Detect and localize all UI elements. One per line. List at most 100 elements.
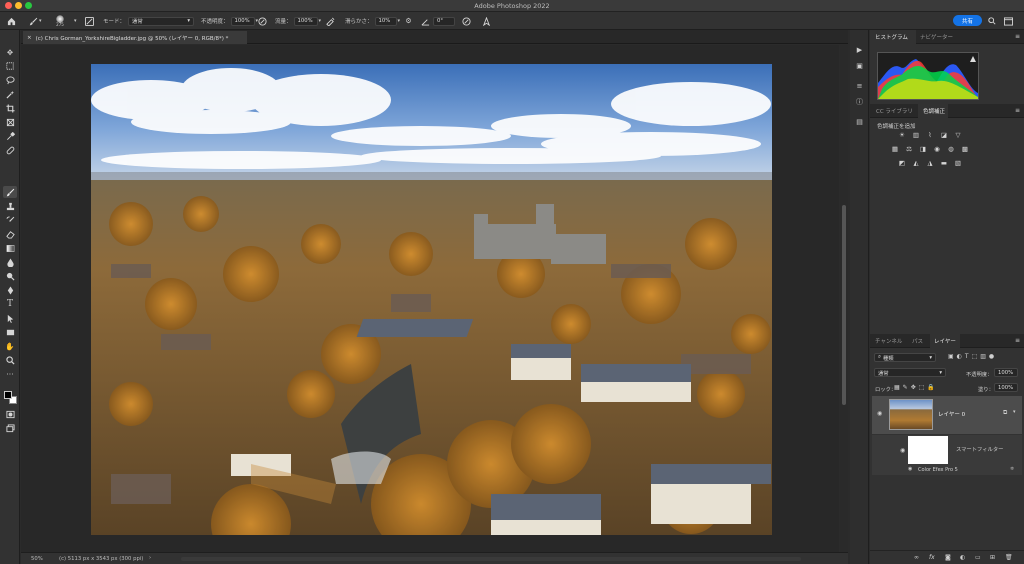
trash-icon[interactable]: 🗑 bbox=[1005, 554, 1013, 561]
move-tool-icon[interactable]: ✥ bbox=[3, 46, 17, 58]
chevron-down-icon[interactable]: ▾ bbox=[1013, 409, 1016, 415]
symmetry-icon[interactable] bbox=[481, 16, 492, 27]
tab-paths[interactable]: パス bbox=[912, 337, 923, 345]
tab-layers[interactable]: レイヤー bbox=[934, 337, 956, 345]
share-button[interactable]: 共有 bbox=[953, 15, 982, 26]
selective-color-icon[interactable]: ▧ bbox=[954, 159, 962, 167]
document-tab[interactable]: × (c) Chris Gorman_YorkshireBigladder.jp… bbox=[23, 31, 247, 44]
workspace-icon[interactable] bbox=[1003, 16, 1014, 27]
tab-cc-libraries[interactable]: CC ライブラリ bbox=[876, 107, 913, 115]
filter-mask-thumbnail[interactable] bbox=[908, 436, 948, 464]
foreground-color-swatch[interactable] bbox=[4, 391, 12, 399]
filter-options-icon[interactable]: ≑ bbox=[1010, 466, 1014, 472]
gear-icon[interactable]: ⚙ bbox=[403, 16, 414, 27]
angle-field[interactable]: 0° bbox=[433, 16, 455, 26]
history-brush-tool-icon[interactable] bbox=[3, 214, 17, 226]
zoom-tool-icon[interactable] bbox=[3, 354, 17, 366]
warning-icon[interactable] bbox=[970, 56, 976, 62]
healing-brush-tool-icon[interactable] bbox=[3, 144, 17, 156]
layer-name[interactable]: レイヤー 0 bbox=[938, 410, 965, 418]
lock-icons[interactable]: ▦✎✥⬚🔒 bbox=[894, 384, 938, 391]
smoothing-field[interactable]: 10% bbox=[374, 16, 397, 26]
chevron-down-icon[interactable]: ▾ bbox=[319, 18, 322, 24]
fill-field[interactable]: 100% bbox=[994, 383, 1018, 392]
brightness-contrast-icon[interactable]: ☀ bbox=[898, 131, 906, 139]
lasso-tool-icon[interactable] bbox=[3, 74, 17, 86]
photo-filter-icon[interactable]: ◉ bbox=[933, 145, 941, 153]
blend-mode-select[interactable]: 通常 ▾ bbox=[874, 368, 946, 377]
vibrance-icon[interactable]: ▽ bbox=[954, 131, 962, 139]
tab-navigator[interactable]: ナビゲーター bbox=[920, 33, 953, 41]
curves-icon[interactable]: ⌇ bbox=[926, 131, 934, 139]
type-tool-icon[interactable]: T bbox=[3, 298, 17, 310]
pen-tool-icon[interactable] bbox=[3, 284, 17, 296]
info-icon[interactable]: ⓘ bbox=[854, 96, 865, 107]
tab-histogram[interactable]: ヒストグラム bbox=[875, 33, 908, 41]
mode-select[interactable]: 通常 ▾ bbox=[128, 16, 195, 26]
brush-tool-preset-icon[interactable] bbox=[28, 16, 39, 27]
color-lookup-icon[interactable]: ▩ bbox=[961, 145, 969, 153]
canvas-area[interactable] bbox=[21, 45, 839, 552]
chevron-right-icon[interactable]: › bbox=[149, 555, 151, 561]
exposure-icon[interactable]: ◪ bbox=[940, 131, 948, 139]
document-canvas[interactable] bbox=[91, 64, 772, 535]
new-adjustment-layer-icon[interactable]: ◐ bbox=[960, 554, 965, 561]
chevron-down-icon[interactable]: ▾ bbox=[74, 18, 77, 24]
layer-thumbnail[interactable] bbox=[889, 399, 933, 430]
crop-tool-icon[interactable] bbox=[3, 102, 17, 114]
frame-tool-icon[interactable] bbox=[3, 116, 17, 128]
more-tools-icon[interactable]: ··· bbox=[3, 368, 17, 380]
chevron-down-icon[interactable]: ▾ bbox=[39, 18, 42, 24]
eye-icon[interactable]: ◉ bbox=[908, 466, 912, 472]
search-icon[interactable] bbox=[986, 16, 997, 27]
eyedropper-tool-icon[interactable] bbox=[3, 130, 17, 142]
hue-saturation-icon[interactable]: ▦ bbox=[891, 145, 899, 153]
path-selection-tool-icon[interactable] bbox=[3, 312, 17, 324]
dodge-tool-icon[interactable] bbox=[3, 270, 17, 282]
airbrush-icon[interactable] bbox=[325, 16, 336, 27]
layer-filter-icons[interactable]: ▣◐T⬚▥● bbox=[948, 353, 997, 360]
marquee-tool-icon[interactable] bbox=[3, 60, 17, 72]
new-layer-icon[interactable]: ⊞ bbox=[990, 554, 995, 561]
panel-menu-icon[interactable]: ≡ bbox=[1015, 107, 1020, 114]
smart-filter-row[interactable]: ◉ スマートフィルター bbox=[872, 435, 1022, 465]
link-layers-icon[interactable]: ∞ bbox=[914, 554, 919, 561]
brush-tool-icon[interactable] bbox=[3, 186, 17, 198]
chevron-down-icon[interactable]: ▾ bbox=[398, 18, 401, 24]
posterize-icon[interactable]: ◭ bbox=[912, 159, 920, 167]
eye-icon[interactable]: ◉ bbox=[900, 447, 905, 454]
document-info[interactable]: (c) 5113 px x 3543 px (300 ppi) bbox=[59, 556, 143, 562]
gradient-map-icon[interactable]: ▬ bbox=[940, 159, 948, 167]
layer-style-icon[interactable]: fx bbox=[929, 554, 935, 561]
properties-panel-icon[interactable]: ≡ bbox=[854, 80, 865, 91]
layer-row[interactable]: ◉ レイヤー 0 ⧉ ▾ bbox=[872, 396, 1022, 434]
pressure-size-icon[interactable] bbox=[461, 16, 472, 27]
libraries-panel-icon[interactable]: ▤ bbox=[854, 116, 865, 127]
zoom-level[interactable]: 50% bbox=[31, 556, 43, 562]
brush-settings-icon[interactable] bbox=[84, 16, 95, 27]
levels-icon[interactable]: ▥ bbox=[912, 131, 920, 139]
invert-icon[interactable]: ◩ bbox=[898, 159, 906, 167]
panel-menu-icon[interactable]: ≡ bbox=[1015, 337, 1020, 344]
eye-icon[interactable]: ◉ bbox=[877, 410, 882, 417]
quick-mask-icon[interactable] bbox=[3, 408, 17, 420]
magic-wand-tool-icon[interactable] bbox=[3, 88, 17, 100]
close-icon[interactable]: × bbox=[27, 35, 32, 41]
eraser-tool-icon[interactable] bbox=[3, 228, 17, 240]
blur-tool-icon[interactable] bbox=[3, 256, 17, 268]
rectangle-tool-icon[interactable] bbox=[3, 326, 17, 338]
threshold-icon[interactable]: ◮ bbox=[926, 159, 934, 167]
vertical-scrollbar[interactable] bbox=[840, 45, 848, 552]
tab-channels[interactable]: チャンネル bbox=[875, 337, 902, 345]
play-icon[interactable]: ▶ bbox=[854, 44, 865, 55]
channel-mixer-icon[interactable]: ◍ bbox=[947, 145, 955, 153]
gradient-tool-icon[interactable] bbox=[3, 242, 17, 254]
new-group-icon[interactable]: ▭ bbox=[975, 554, 981, 561]
add-mask-icon[interactable]: ◙ bbox=[945, 554, 951, 561]
black-white-icon[interactable]: ◨ bbox=[919, 145, 927, 153]
tab-adjustments[interactable]: 色調補正 bbox=[923, 107, 945, 115]
pressure-opacity-icon[interactable] bbox=[257, 16, 268, 27]
layer-filter-select[interactable]: ⌕ 種類 ▾ bbox=[874, 353, 936, 362]
screen-mode-icon[interactable] bbox=[3, 422, 17, 434]
scrollbar-thumb[interactable] bbox=[842, 205, 846, 405]
